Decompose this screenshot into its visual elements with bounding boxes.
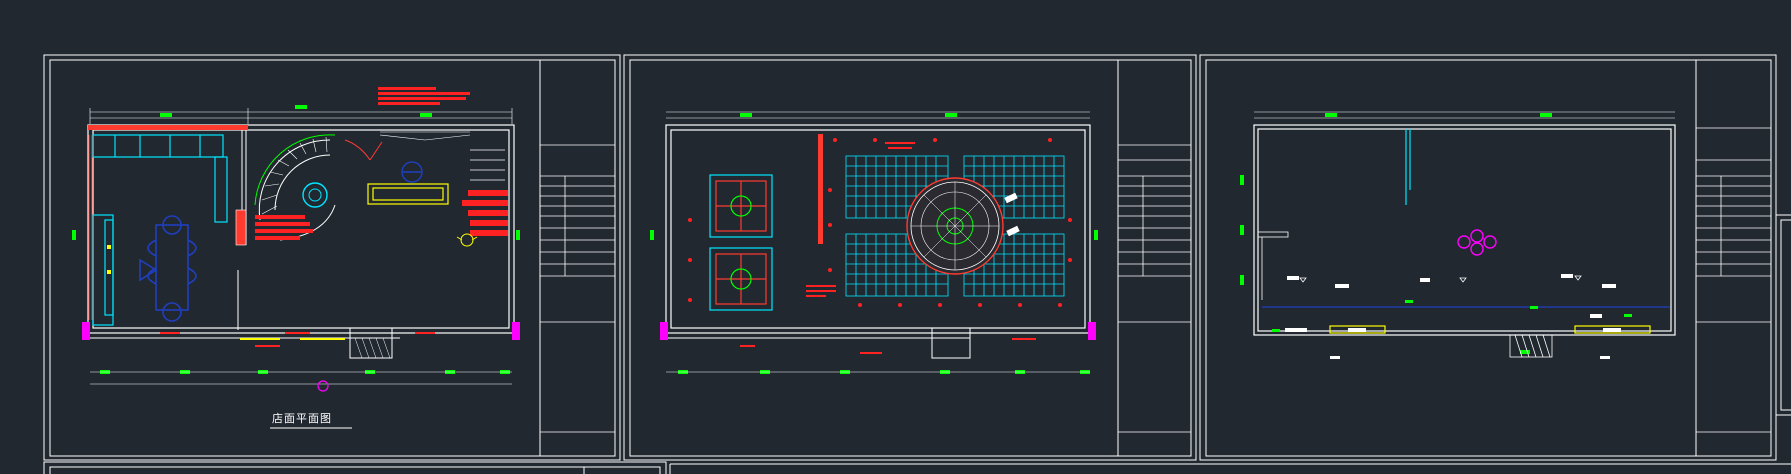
drawing-title: 店面平面图 — [272, 412, 332, 425]
floor-plan-top-wall-red — [88, 125, 248, 130]
floor-plan-stair-column — [235, 209, 247, 246]
ceiling-plan-round-medallion — [906, 177, 1004, 275]
ceiling-plan-partition — [818, 134, 823, 244]
